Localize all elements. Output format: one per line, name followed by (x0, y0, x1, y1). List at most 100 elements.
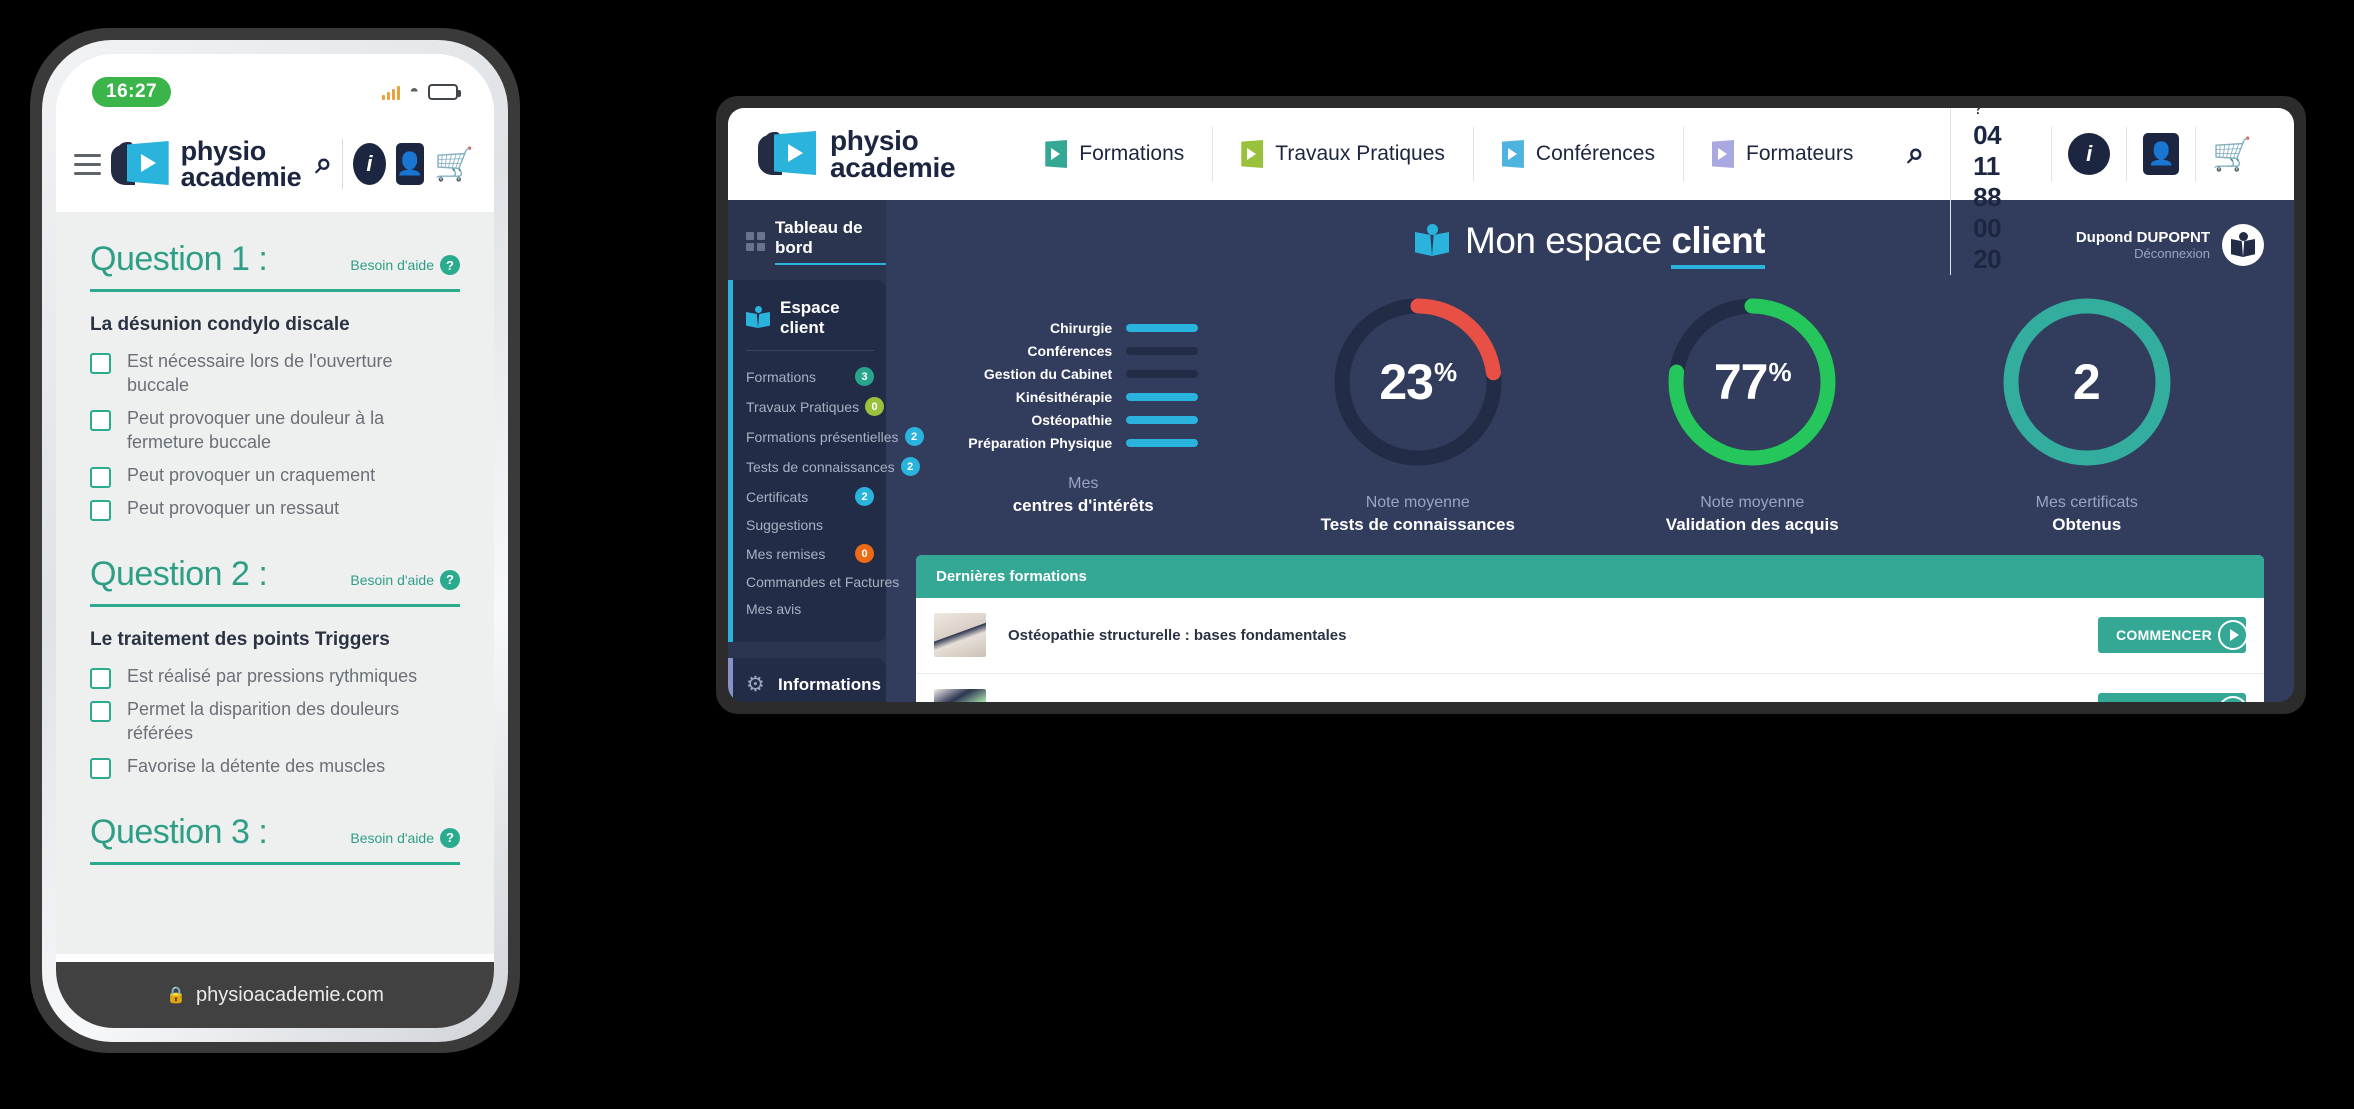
desktop-logo-text: physio academie (830, 124, 956, 182)
sidebar-item-travaux-pratiques[interactable]: Travaux Pratiques 0 (728, 393, 886, 420)
course-thumbnail (934, 613, 986, 658)
avatar-icon (2231, 232, 2255, 258)
sidebar-item-formations-presentielles[interactable]: Formations présentielles 2 (728, 423, 924, 450)
option-row[interactable]: Peut provoquer un ressaut (90, 497, 460, 521)
page-title: Mon espace client (1415, 220, 1765, 269)
logout-link[interactable]: Déconnexion (2076, 246, 2210, 261)
option-row[interactable]: Peut provoquer un craquement (90, 464, 460, 488)
nav-item-formateurs[interactable]: Formateurs (1683, 127, 1881, 181)
sidebar-item-tests-de-connaissances[interactable]: Tests de connaissances 2 (728, 453, 920, 480)
play-icon (1712, 140, 1734, 168)
option-label: Est réalisé par pressions rythmiques (127, 665, 418, 686)
nav-label: Formations (1079, 142, 1185, 165)
phone-quiz-content: Question 1 : Besoin d'aide ? La désunion… (56, 212, 494, 954)
logo-line-1: physio (180, 135, 267, 166)
info-button[interactable]: i (2051, 127, 2126, 181)
help-label: Besoin d'aide (350, 829, 434, 846)
sidebar-item-informations[interactable]: ⚙ Informations (728, 670, 886, 702)
table-row[interactable]: Gainage : renforcement musculaire rachid… (916, 674, 2264, 702)
desktop-logo[interactable]: physio academie (758, 124, 956, 182)
phone-app-header: physio academie ⌕ i 👤 🛒 (56, 116, 494, 212)
nav-item-conferences[interactable]: Conférences (1472, 127, 1683, 181)
phone-logo-text[interactable]: physio academie (180, 135, 302, 192)
sidebar-item-mes-remises[interactable]: Mes remises 0 (728, 540, 886, 567)
question-mark-icon: ? (440, 255, 460, 275)
caption-line-1: Mes (1068, 475, 1099, 492)
phone-screen: 16:27 ◓ 49 physio academie ⌕ i 👤 🛒 Quest… (56, 54, 494, 1028)
question-2-header: Question 2 : Besoin d'aide ? (90, 555, 460, 607)
checkbox[interactable] (90, 409, 111, 431)
nav-item-formations[interactable]: Formations (1017, 127, 1212, 181)
desktop-window: physio academie Formations Travaux Prati… (728, 108, 2294, 702)
interest-label: Gestion du Cabinet (983, 366, 1113, 382)
table-row[interactable]: Ostéopathie structurelle : bases fondame… (916, 598, 2264, 674)
physioacademie-logo-icon (758, 129, 818, 179)
checkbox[interactable] (90, 466, 111, 488)
stat-interests: Chirurgie Conférences Gestion du Cabinet (916, 294, 1251, 518)
logo-line-2: academie (180, 162, 302, 192)
physioacademie-logo-icon[interactable] (110, 139, 171, 189)
search-icon[interactable]: ⌕ (1881, 137, 1950, 171)
page-title-text: Mon espace client (1465, 220, 1765, 269)
help-link-2[interactable]: Besoin d'aide ? (350, 569, 460, 594)
sidebar-item-dashboard[interactable]: Tableau de bord (728, 218, 886, 265)
cart-icon[interactable]: 🛒 (434, 145, 474, 183)
sidebar-item-formations[interactable]: Formations 3 (728, 363, 886, 390)
caption-line-1: Note moyenne (1365, 494, 1470, 511)
informations-label: Informations (778, 675, 881, 694)
interest-bar (1126, 347, 1199, 355)
help-link-3[interactable]: Besoin d'aide ? (350, 827, 460, 852)
account-icon[interactable]: 👤 (395, 143, 425, 185)
info-icon: i (2068, 133, 2111, 175)
start-button[interactable]: COMMENCER (2097, 617, 2248, 654)
caption-line-2: Obtenus (2052, 514, 2122, 534)
page-title-row: Mon espace client Dupond DUPOPNT Déconne… (916, 214, 2264, 288)
gauge-suffix: % (1434, 357, 1457, 388)
sidebar-item-suggestions[interactable]: Suggestions (728, 513, 886, 537)
donut-gauge: 2 (1999, 294, 2175, 470)
sidebar-item-mes-avis[interactable]: Mes avis (728, 597, 886, 621)
help-link-1[interactable]: Besoin d'aide ? (350, 255, 460, 279)
nav-item-travaux-pratiques[interactable]: Travaux Pratiques (1212, 127, 1473, 181)
sidebar-item-espace-client[interactable]: Espace client (728, 294, 886, 350)
checkbox[interactable] (90, 667, 111, 689)
checkbox[interactable] (90, 700, 111, 722)
status-time: 16:27 (92, 77, 172, 107)
latest-courses-panel: Dernières formations Ostéopathie structu… (916, 554, 2264, 702)
checkbox[interactable] (90, 757, 111, 779)
gear-icon: ⚙ (746, 673, 765, 696)
hamburger-menu-icon[interactable] (74, 153, 101, 175)
start-button[interactable]: COMMENCER (2097, 693, 2248, 702)
question-block-2: Question 2 : Besoin d'aide ? Le traiteme… (90, 555, 460, 779)
account-button[interactable]: 👤 (2126, 127, 2195, 181)
checkbox[interactable] (90, 499, 111, 521)
stat-caption: Mes certificats Obtenus (2036, 492, 2138, 537)
avatar[interactable] (2222, 224, 2264, 266)
info-icon[interactable]: i (352, 143, 386, 185)
account-icon: 👤 (2143, 133, 2180, 175)
user-menu[interactable]: Dupond DUPOPNT Déconnexion (2076, 224, 2264, 266)
question-mark-icon: ? (440, 827, 460, 848)
caption-line-2: Tests de connaissances (1320, 514, 1515, 534)
option-row[interactable]: Favorise la détente des muscles (90, 755, 460, 779)
option-label: Favorise la détente des muscles (127, 755, 386, 776)
cart-button[interactable]: 🛒 (2195, 127, 2268, 181)
option-row[interactable]: Peut provoquer une douleur à la fermetur… (90, 407, 460, 455)
option-label: Peut provoquer une douleur à la fermetur… (127, 407, 385, 452)
item-label: Certificats (746, 488, 809, 505)
question-1-title: Question 1 : (90, 240, 268, 278)
interest-label: Chirurgie (1049, 320, 1113, 336)
interest-row: Conférences (1027, 343, 1199, 359)
option-row[interactable]: Est nécessaire lors de l'ouverture bucca… (90, 350, 460, 398)
checkbox[interactable] (90, 353, 111, 374)
sidebar-item-certificats[interactable]: Certificats 2 (728, 483, 886, 510)
phone-url-bar[interactable]: 🔒 physioacademie.com (56, 962, 494, 1028)
search-icon[interactable]: ⌕ (315, 147, 332, 181)
interest-bar (1126, 439, 1199, 447)
logo-line-1: physio (830, 124, 919, 156)
interest-row: Gestion du Cabinet (983, 366, 1199, 382)
option-row[interactable]: Permet la disparition des douleurs référ… (90, 698, 460, 746)
option-row[interactable]: Est réalisé par pressions rythmiques (90, 665, 460, 689)
donut-gauge: 23% (1330, 294, 1506, 470)
sidebar-item-commandes-et-factures[interactable]: Commandes et Factures (728, 570, 899, 594)
